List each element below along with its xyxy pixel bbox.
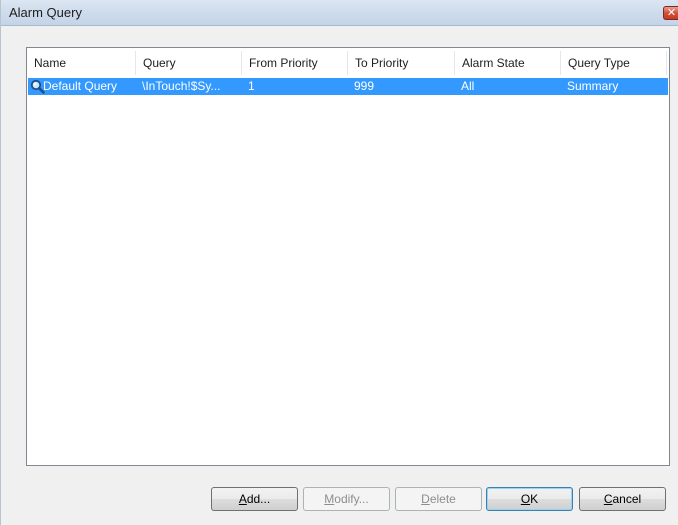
add-accelerator: A xyxy=(238,492,247,506)
delete-label: elete xyxy=(429,492,456,506)
column-header-name[interactable]: Name xyxy=(27,48,134,78)
close-button[interactable]: ✕ xyxy=(663,6,678,20)
ok-button[interactable]: OK xyxy=(486,487,573,511)
add-label: dd... xyxy=(246,492,271,506)
delete-accelerator: D xyxy=(421,492,430,506)
modify-accelerator: M xyxy=(324,492,335,506)
column-header-query[interactable]: Query xyxy=(136,48,241,78)
cell-from-priority: 1 xyxy=(248,79,255,93)
list-header: Name Query From Priority To Priority Ala… xyxy=(27,48,669,78)
cancel-button[interactable]: Cancel xyxy=(579,487,666,511)
alarm-query-dialog: Alarm Query ✕ Name Query From Priority T… xyxy=(0,0,678,525)
cell-alarm-state: All xyxy=(461,79,475,93)
close-icon: ✕ xyxy=(666,7,677,19)
cell-to-priority: 999 xyxy=(354,79,375,93)
ok-label: K xyxy=(530,492,539,506)
cell-name: Default Query xyxy=(43,79,118,93)
column-header-alarm-state[interactable]: Alarm State xyxy=(455,48,560,78)
cell-query: \InTouch!$Sy... xyxy=(142,79,221,93)
ok-accelerator: O xyxy=(520,492,531,506)
table-row[interactable]: Default Query \InTouch!$Sy... 1 999 All … xyxy=(28,78,668,95)
query-list[interactable]: Name Query From Priority To Priority Ala… xyxy=(26,47,670,466)
delete-button[interactable]: Delete xyxy=(395,487,482,511)
modify-label: odify... xyxy=(334,492,369,506)
cell-query-type: Summary xyxy=(567,79,619,93)
title-bar[interactable]: Alarm Query ✕ xyxy=(1,0,678,26)
column-header-query-type[interactable]: Query Type xyxy=(561,48,666,78)
column-header-to-priority[interactable]: To Priority xyxy=(348,48,453,78)
column-divider[interactable] xyxy=(666,51,667,75)
column-header-from-priority[interactable]: From Priority xyxy=(242,48,347,78)
window-title: Alarm Query xyxy=(9,5,82,20)
modify-button[interactable]: Modify... xyxy=(303,487,390,511)
add-button[interactable]: Add... xyxy=(211,487,298,511)
cancel-label: ancel xyxy=(612,492,642,506)
